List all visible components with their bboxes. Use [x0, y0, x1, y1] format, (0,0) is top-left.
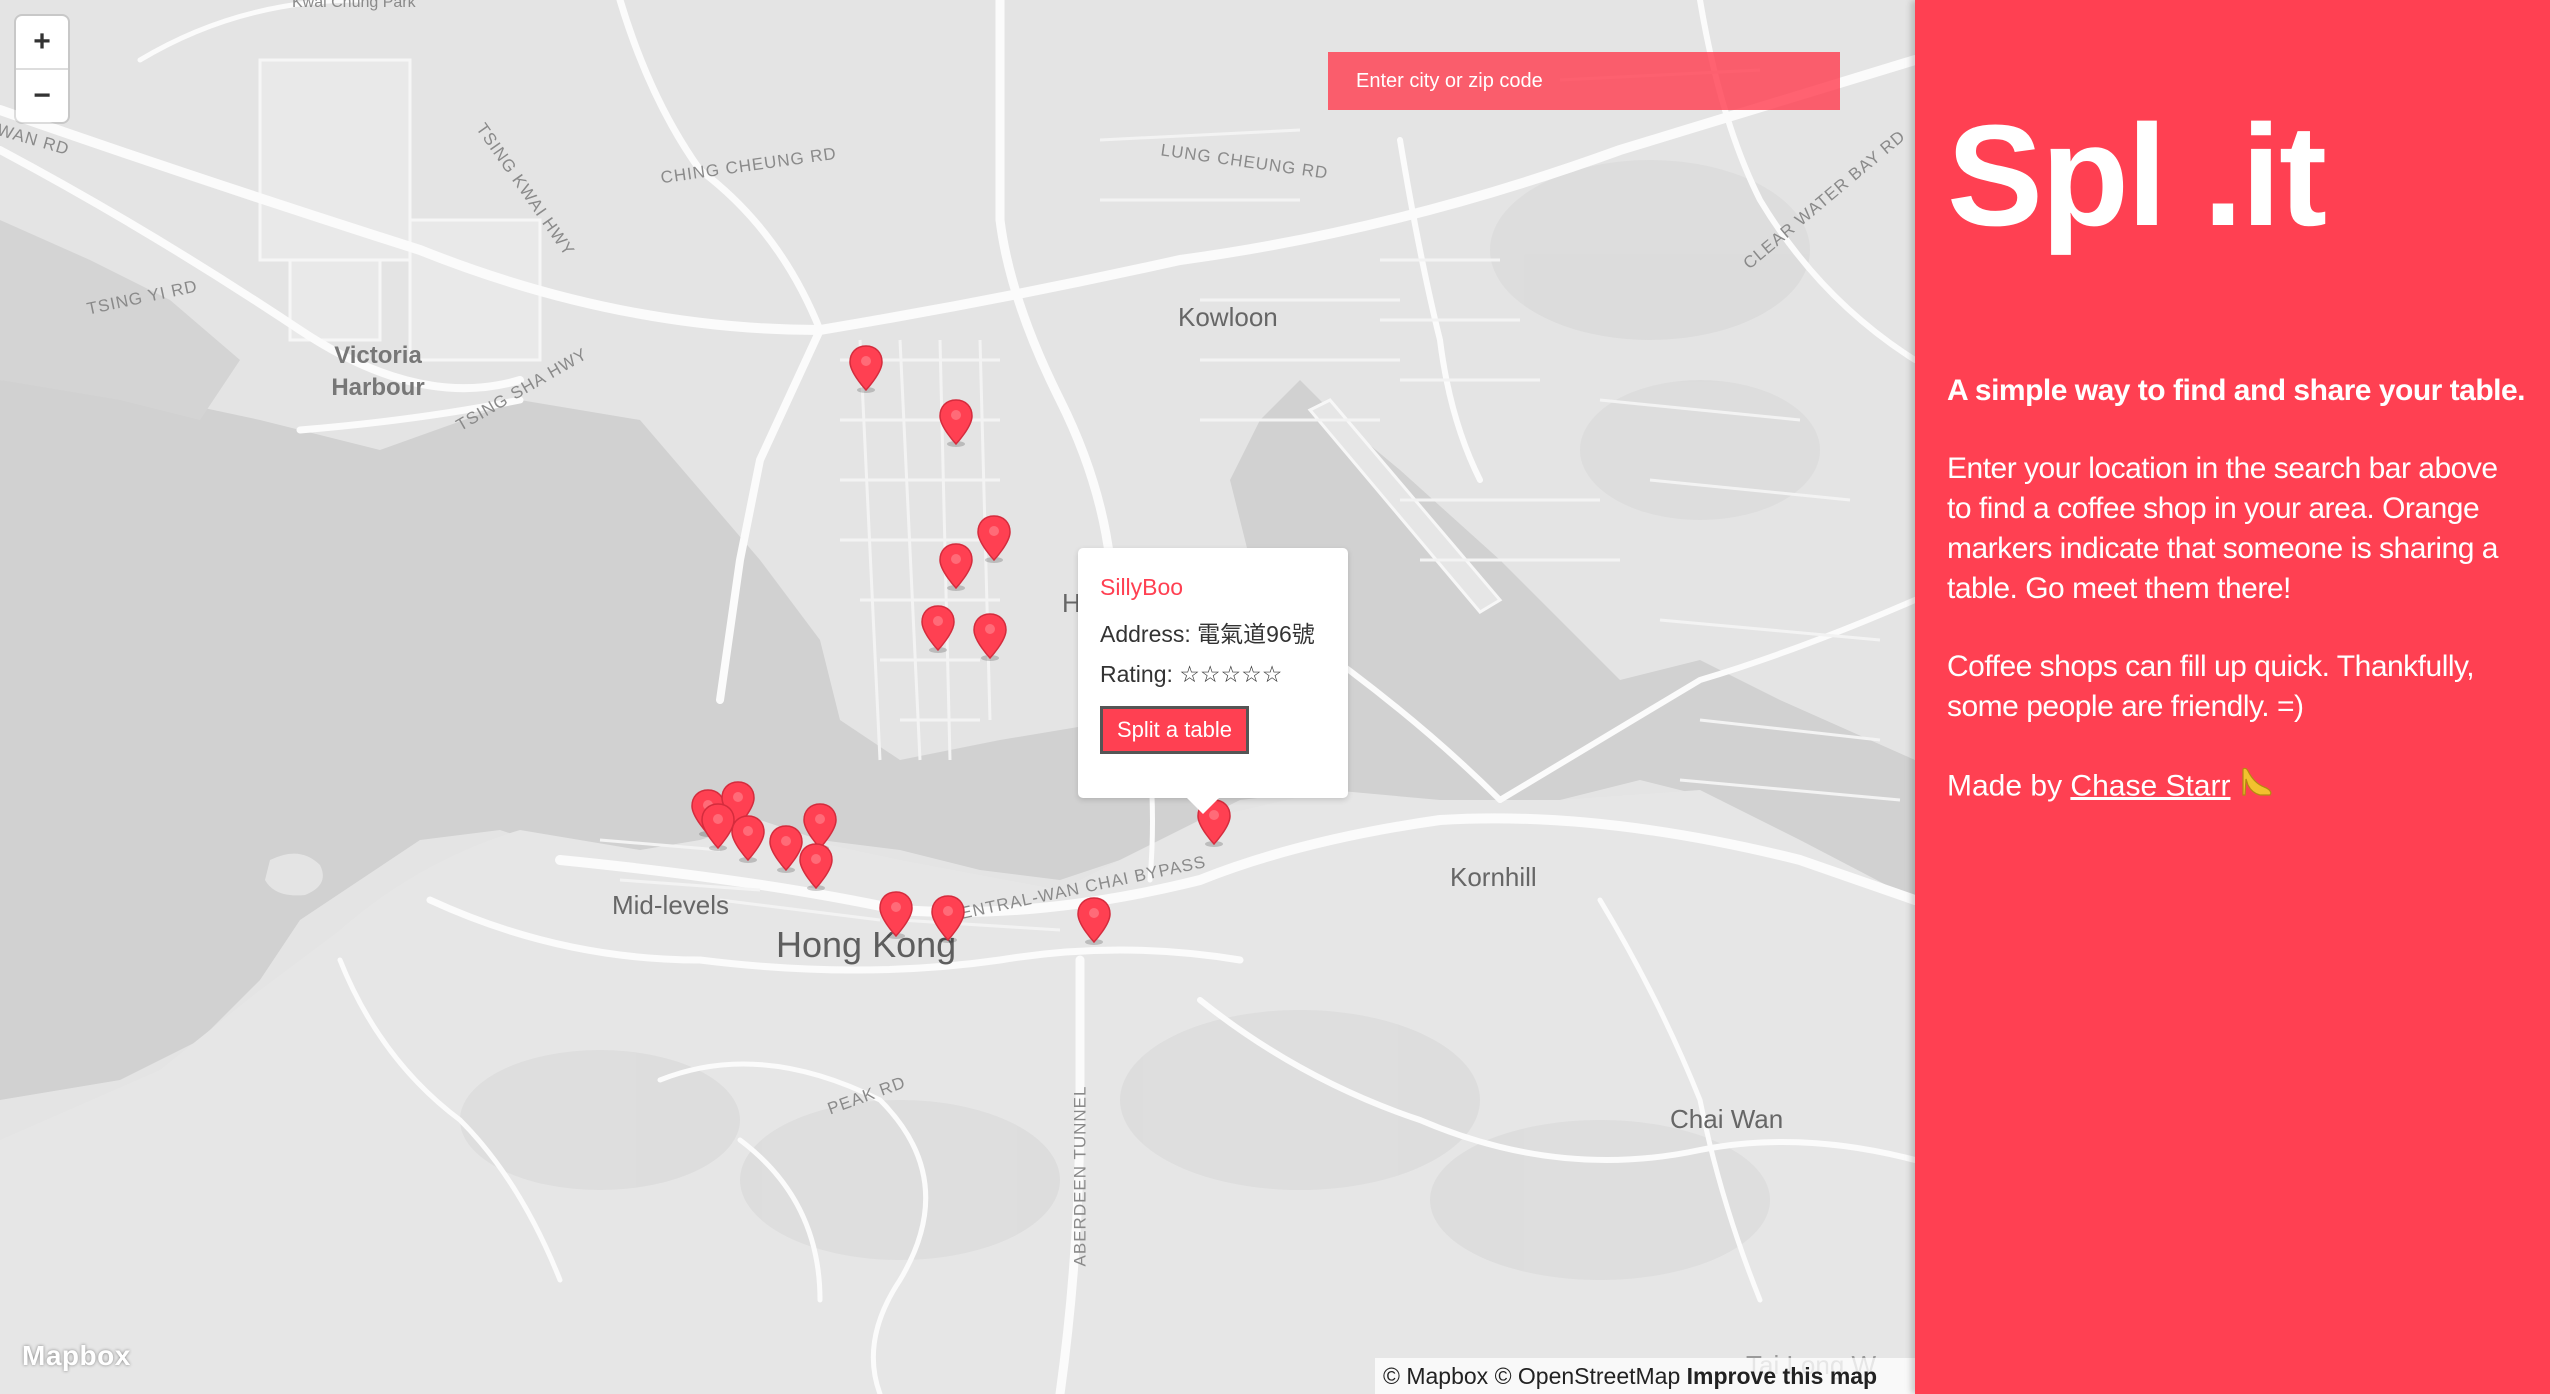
- map-base: [0, 0, 1915, 1394]
- tagline: A simple way to find and share your tabl…: [1947, 374, 2526, 407]
- friendly-paragraph: Coffee shops can fill up quick. Thankful…: [1947, 650, 2475, 723]
- split-table-button[interactable]: Split a table: [1100, 706, 1249, 754]
- attribution-mapbox[interactable]: © Mapbox: [1383, 1363, 1488, 1389]
- high-heel-icon: [2240, 765, 2274, 810]
- map-marker-icon[interactable]: [1075, 896, 1113, 946]
- label-chai-wan: Chai Wan: [1670, 1104, 1784, 1134]
- shop-popup: SillyBoo Address: 電氣道96號 Rating: ☆☆☆☆☆ S…: [1078, 548, 1348, 798]
- map-marker-icon[interactable]: [971, 612, 1009, 662]
- mapbox-logo[interactable]: Mapbox: [22, 1340, 131, 1372]
- map-marker-icon[interactable]: [797, 842, 835, 892]
- label-mid-levels: Mid-levels: [612, 890, 730, 920]
- map-marker-icon[interactable]: [975, 514, 1013, 564]
- popup-tip: [1185, 796, 1221, 814]
- made-by-prefix: Made by: [1947, 769, 2071, 803]
- made-by: Made by Chase Starr: [1947, 765, 2520, 810]
- label-victoria-harbour: Victoria Harbour: [331, 342, 425, 401]
- zoom-control: + −: [16, 16, 68, 122]
- map-marker-icon[interactable]: [929, 894, 967, 944]
- zoom-in-button[interactable]: +: [16, 16, 68, 68]
- popup-shop-name: SillyBoo: [1100, 574, 1184, 600]
- map-marker-icon[interactable]: [729, 814, 767, 864]
- map-marker-icon[interactable]: [937, 398, 975, 448]
- popup-address: Address: 電氣道96號: [1100, 621, 1315, 647]
- sidebar: Spl .it A simple way to find and share y…: [1915, 0, 2550, 1394]
- label-aberdeen-tunnel: ABERDEEN TUNNEL: [1070, 1085, 1090, 1267]
- improve-map-link[interactable]: Improve this map: [1687, 1363, 1877, 1389]
- map-attribution: © Mapbox © OpenStreetMap Improve this ma…: [1375, 1358, 1915, 1394]
- map-marker-icon[interactable]: [877, 890, 915, 940]
- map[interactable]: Kwai Chung Park WAN RD CHING CHEUNG RD L…: [0, 0, 1915, 1394]
- label-kwai-chung-park: Kwai Chung Park: [292, 0, 416, 11]
- intro-paragraph: Enter your location in the search bar ab…: [1947, 452, 2498, 605]
- map-marker-icon[interactable]: [937, 542, 975, 592]
- popup-rating: Rating: ☆☆☆☆☆: [1100, 661, 1283, 687]
- label-kowloon: Kowloon: [1178, 302, 1278, 332]
- zoom-out-button[interactable]: −: [16, 68, 68, 122]
- map-marker-icon[interactable]: [919, 604, 957, 654]
- search-input[interactable]: [1328, 52, 1840, 110]
- map-marker-icon[interactable]: [847, 344, 885, 394]
- attribution-osm[interactable]: © OpenStreetMap: [1495, 1363, 1681, 1389]
- author-link[interactable]: Chase Starr: [2070, 769, 2230, 802]
- label-kornhill: Kornhill: [1450, 862, 1537, 892]
- brand-title: Spl .it: [1947, 95, 2327, 256]
